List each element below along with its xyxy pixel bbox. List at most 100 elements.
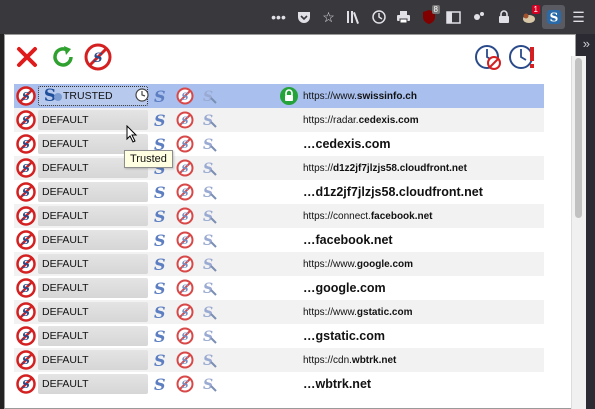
trusted-preset-icon[interactable]: S (154, 348, 168, 372)
custom-preset-icon[interactable]: S (200, 108, 220, 132)
trusted-preset-icon[interactable]: S (154, 276, 168, 300)
menu-icon[interactable]: ☰ (567, 5, 590, 29)
site-row[interactable]: S DEFAULT S S S … gstatic.com (14, 324, 544, 348)
site-row[interactable]: S DEFAULT S S S … google.com (14, 276, 544, 300)
ban-icon[interactable]: S (16, 300, 38, 324)
trusted-preset-icon[interactable]: S (154, 108, 168, 132)
site-row[interactable]: S DEFAULT S S S https://connect. facebook… (14, 204, 544, 228)
svg-text:S: S (22, 234, 30, 247)
ban-icon[interactable]: S (16, 228, 38, 252)
trust-level-selector[interactable]: S TRUSTED (38, 84, 149, 108)
https-lock-icon (279, 300, 299, 324)
site-row[interactable]: S DEFAULT S S S https://www. gstatic.com (14, 300, 544, 324)
temp-trust-page-icon[interactable] (509, 43, 537, 71)
print-icon[interactable] (392, 5, 415, 29)
ban-icon[interactable]: S (16, 204, 38, 228)
untrusted-preset-icon[interactable]: S (176, 108, 196, 132)
noscript-icon[interactable]: S (542, 5, 565, 29)
reader-sidebar-icon[interactable] (442, 5, 465, 29)
custom-preset-icon[interactable]: S (200, 324, 220, 348)
ban-icon[interactable]: S (16, 180, 38, 204)
ban-icon[interactable]: S (16, 156, 38, 180)
custom-preset-icon[interactable]: S (200, 156, 220, 180)
revoke-temporary-icon[interactable] (474, 43, 502, 71)
trusted-preset-icon[interactable]: S (154, 180, 168, 204)
trust-level-selector[interactable]: DEFAULT (38, 276, 148, 300)
untrusted-preset-icon[interactable]: S (176, 300, 196, 324)
untrusted-preset-icon[interactable]: S (176, 132, 196, 156)
https-lock-icon (279, 180, 299, 204)
custom-preset-icon[interactable]: S (200, 252, 220, 276)
untrusted-preset-icon[interactable]: S (176, 84, 196, 108)
custom-preset-icon[interactable]: S (200, 276, 220, 300)
custom-preset-icon[interactable]: S (200, 132, 220, 156)
trust-level-selector[interactable]: DEFAULT (38, 300, 148, 324)
custom-preset-icon[interactable]: S (200, 180, 220, 204)
global-noscript-icon[interactable]: S (84, 43, 112, 71)
popup-scrollbar[interactable] (571, 56, 586, 409)
history-clock-icon[interactable] (367, 5, 390, 29)
untrusted-preset-icon[interactable]: S (176, 276, 196, 300)
site-row[interactable]: S DEFAULT S S S … d1z2jf7jlzjs58.cloudfro… (14, 180, 544, 204)
trust-level-selector[interactable]: DEFAULT (38, 348, 148, 372)
ublock-icon[interactable]: 8 (417, 5, 440, 29)
site-row[interactable]: S DEFAULT S S S … facebook.net (14, 228, 544, 252)
untrusted-preset-icon[interactable]: S (176, 180, 196, 204)
site-row[interactable]: S DEFAULT S S S https://cdn. wbtrk.net (14, 348, 544, 372)
untrusted-preset-icon[interactable]: S (176, 228, 196, 252)
temporary-clock-icon[interactable] (113, 87, 149, 105)
ban-icon[interactable]: S (16, 348, 38, 372)
site-row[interactable]: S DEFAULT S S S … cedexis.com (14, 132, 544, 156)
trust-level-selector[interactable]: DEFAULT (38, 180, 148, 204)
site-row[interactable]: S DEFAULT S S S https://d1z2jf7jlzjs58.c… (14, 156, 544, 180)
ban-icon[interactable]: S (16, 84, 38, 108)
ban-icon[interactable]: S (16, 324, 38, 348)
trusted-preset-icon[interactable]: S (154, 372, 168, 396)
trust-level-selector[interactable]: DEFAULT (38, 228, 148, 252)
site-row[interactable]: S S TRUSTED S S S https://www. swissinfo.c… (14, 84, 544, 108)
close-x-icon[interactable] (13, 43, 41, 71)
custom-preset-icon[interactable]: S (200, 348, 220, 372)
svg-text:S: S (181, 116, 188, 127)
untrusted-preset-icon[interactable]: S (176, 324, 196, 348)
custom-preset-icon[interactable]: S (200, 228, 220, 252)
ban-icon[interactable]: S (16, 108, 38, 132)
trusted-preset-icon[interactable]: S (154, 324, 168, 348)
trust-level-selector[interactable]: DEFAULT (38, 252, 148, 276)
ban-icon[interactable]: S (16, 276, 38, 300)
scrollbar-thumb[interactable] (575, 58, 582, 218)
site-row[interactable]: S DEFAULT S S S https://www. google.com (14, 252, 544, 276)
overflow-chevron-icon[interactable]: » (583, 36, 590, 51)
trusted-preset-icon[interactable]: S (154, 84, 168, 108)
custom-preset-icon[interactable]: S (200, 300, 220, 324)
lock-icon[interactable] (492, 5, 515, 29)
untrusted-preset-icon[interactable]: S (176, 252, 196, 276)
pocket-icon[interactable] (292, 5, 315, 29)
site-row[interactable]: S DEFAULT S S S … wbtrk.net (14, 372, 544, 396)
ban-icon[interactable]: S (16, 372, 38, 396)
svg-text:S: S (181, 212, 188, 223)
ban-icon[interactable]: S (16, 252, 38, 276)
trusted-preset-icon[interactable]: S (154, 300, 168, 324)
reload-icon[interactable] (49, 43, 77, 71)
untrusted-preset-icon[interactable]: S (176, 156, 196, 180)
more-dots-icon[interactable]: ••• (267, 5, 290, 29)
library-icon[interactable] (342, 5, 365, 29)
site-row[interactable]: S DEFAULT S S S https://radar. cedexis.co… (14, 108, 544, 132)
custom-preset-icon[interactable]: S (200, 84, 220, 108)
custom-preset-icon[interactable]: S (200, 372, 220, 396)
untrusted-preset-icon[interactable]: S (176, 348, 196, 372)
trusted-preset-icon[interactable]: S (154, 204, 168, 228)
custom-preset-icon[interactable]: S (200, 204, 220, 228)
extension-icon[interactable] (467, 5, 490, 29)
bookmark-star-icon[interactable]: ☆ (317, 5, 340, 29)
squirrel-icon[interactable]: 1 (517, 5, 540, 29)
untrusted-preset-icon[interactable]: S (176, 372, 196, 396)
trust-level-selector[interactable]: DEFAULT (38, 372, 148, 396)
trusted-preset-icon[interactable]: S (154, 252, 168, 276)
ban-icon[interactable]: S (16, 132, 38, 156)
untrusted-preset-icon[interactable]: S (176, 204, 196, 228)
trust-level-selector[interactable]: DEFAULT (38, 204, 148, 228)
trust-level-selector[interactable]: DEFAULT (38, 324, 148, 348)
trusted-preset-icon[interactable]: S (154, 228, 168, 252)
